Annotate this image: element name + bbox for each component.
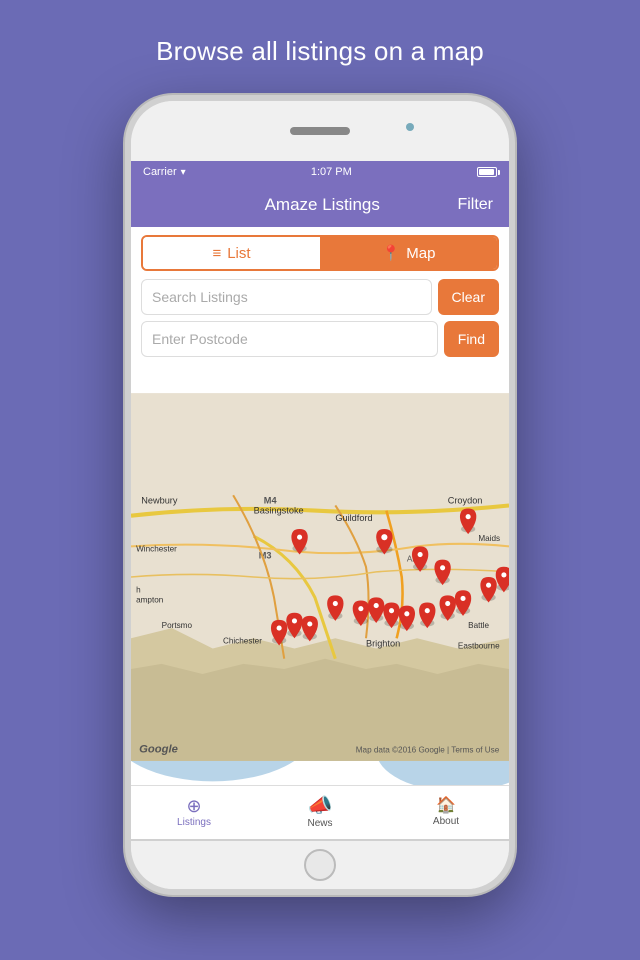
status-bar: Carrier ▾ 1:07 PM	[131, 161, 509, 183]
nav-title: Amaze Listings	[265, 195, 380, 215]
view-toggle: ≡ List 📍 Map	[141, 235, 499, 271]
about-icon: 🏠	[436, 798, 456, 814]
tab-news[interactable]: 📣 News	[257, 792, 383, 833]
clear-button[interactable]: Clear	[438, 279, 499, 315]
postcode-row: Find	[141, 321, 499, 357]
power-button	[513, 241, 515, 291]
wifi-icon: ▾	[181, 167, 186, 178]
filter-button[interactable]: Filter	[457, 196, 493, 214]
app-content: ≡ List 📍 Map Clear Find	[131, 227, 509, 839]
phone-shell: Carrier ▾ 1:07 PM Amaze Listings Filter …	[125, 95, 515, 895]
page-title: Browse all listings on a map	[156, 36, 484, 67]
phone-top-bar	[131, 101, 509, 161]
camera-icon	[406, 123, 414, 131]
status-left: Carrier ▾	[143, 166, 186, 178]
svg-text:Winchester: Winchester	[136, 544, 177, 553]
svg-text:h: h	[136, 585, 141, 594]
nav-bar: Amaze Listings Filter	[131, 183, 509, 227]
map-pin-icon: 📍	[382, 244, 401, 262]
list-label: List	[227, 245, 250, 262]
postcode-input[interactable]	[141, 321, 438, 357]
svg-text:Google: Google	[139, 744, 178, 756]
svg-text:Battle: Battle	[468, 621, 489, 630]
toggle-row: ≡ List 📍 Map	[131, 227, 509, 279]
tab-about[interactable]: 🏠 About	[383, 794, 509, 831]
svg-text:Croydon: Croydon	[448, 495, 483, 505]
svg-text:Basingstoke: Basingstoke	[254, 506, 304, 516]
map-toggle-button[interactable]: 📍 Map	[320, 237, 497, 269]
svg-text:Brighton: Brighton	[366, 638, 400, 648]
find-button[interactable]: Find	[444, 321, 499, 357]
search-listings-input[interactable]	[141, 279, 432, 315]
search-area: Clear Find	[131, 279, 509, 369]
home-button-area	[131, 839, 509, 889]
news-tab-label: News	[307, 818, 332, 829]
news-icon: 📣	[308, 796, 333, 816]
svg-text:ampton: ampton	[136, 596, 163, 605]
listings-icon: ⊕	[186, 797, 201, 815]
tab-listings[interactable]: ⊕ Listings	[131, 793, 257, 832]
time-label: 1:07 PM	[311, 166, 352, 178]
volume-down-button	[125, 261, 127, 291]
svg-text:Guildford: Guildford	[335, 513, 372, 523]
svg-text:Maids: Maids	[478, 534, 500, 543]
list-icon: ≡	[212, 245, 221, 262]
speaker-icon	[290, 127, 350, 135]
volume-up-button	[125, 221, 127, 251]
svg-text:Map data ©2016 Google | Term: Map data ©2016 Google | Terms of Use	[356, 746, 500, 755]
phone-screen: Carrier ▾ 1:07 PM Amaze Listings Filter …	[131, 161, 509, 839]
carrier-label: Carrier	[143, 166, 177, 178]
about-tab-label: About	[433, 816, 459, 827]
home-button[interactable]	[304, 849, 336, 881]
svg-text:Chichester: Chichester	[223, 636, 262, 645]
map-svg: M4 M3 A23 Newbury Basingstoke Guildf	[131, 369, 509, 785]
tab-bar: ⊕ Listings 📣 News 🏠 About	[131, 785, 509, 839]
svg-text:M4: M4	[264, 495, 278, 505]
battery-icon	[477, 167, 497, 177]
list-toggle-button[interactable]: ≡ List	[143, 237, 320, 269]
svg-text:Portsmо: Portsmо	[162, 621, 193, 630]
search-listings-row: Clear	[141, 279, 499, 315]
map-label: Map	[406, 245, 435, 262]
map-area[interactable]: M4 M3 A23 Newbury Basingstoke Guildf	[131, 369, 509, 785]
svg-text:Eastbourne: Eastbourne	[458, 642, 500, 651]
listings-tab-label: Listings	[177, 817, 211, 828]
svg-text:Newbury: Newbury	[141, 495, 178, 505]
